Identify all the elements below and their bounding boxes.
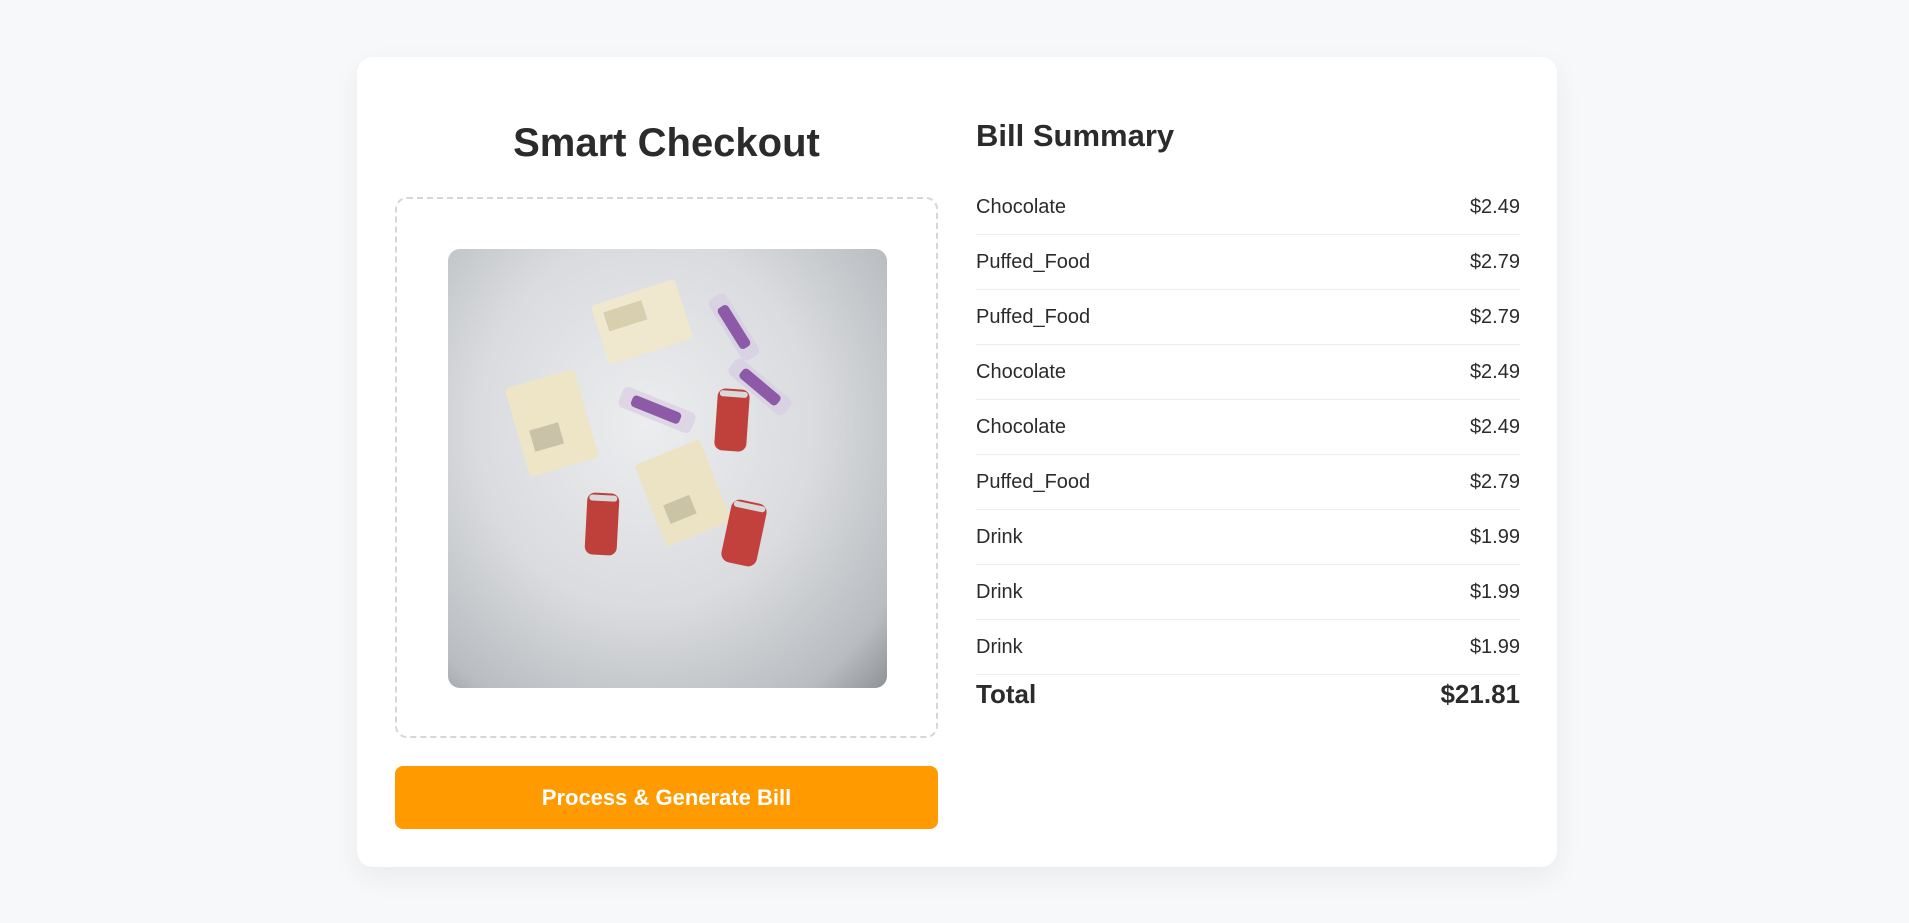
upload-panel: Smart Checkout Process & Generate Bill [395,57,938,867]
bill-item-name: Puffed_Food [976,305,1091,328]
puffed-food-package [591,279,693,365]
image-dropzone[interactable] [395,197,938,738]
bill-item-name: Puffed_Food [976,250,1091,273]
bill-item-price: $2.79 [1469,250,1520,273]
drink-can [714,388,750,452]
bill-item-name: Puffed_Food [976,470,1091,493]
bill-item-price: $2.49 [1469,415,1520,438]
bill-item-price: $1.99 [1469,580,1520,603]
bill-items-list: Chocolate $2.49 Puffed_Food $2.79 Puffed… [976,181,1520,675]
bill-item-name: Chocolate [976,360,1067,383]
bill-item-row: Chocolate $2.49 [976,400,1520,455]
bill-item-name: Chocolate [976,415,1067,438]
bill-summary-title: Bill Summary [976,118,1175,153]
drink-can [721,499,767,567]
bill-item-row: Chocolate $2.49 [976,181,1520,235]
chocolate-bar [618,387,696,433]
checkout-card: Smart Checkout Process & Generate Bill B… [357,57,1557,867]
bill-item-row: Puffed_Food $2.79 [976,455,1520,510]
uploaded-product-photo [448,249,887,688]
total-value: $21.81 [1440,679,1520,709]
bill-item-name: Drink [976,525,1023,548]
bill-item-row: Puffed_Food $2.79 [976,235,1520,290]
bill-item-row: Drink $1.99 [976,565,1520,620]
bill-item-row: Puffed_Food $2.79 [976,290,1520,345]
bill-item-price: $2.49 [1469,360,1520,383]
total-label: Total [976,679,1037,709]
bill-item-row: Drink $1.99 [976,620,1520,675]
bill-item-row: Drink $1.99 [976,510,1520,565]
bill-item-price: $2.79 [1469,470,1520,493]
drink-can [584,492,620,556]
bill-item-row: Chocolate $2.49 [976,345,1520,400]
bill-item-price: $1.99 [1469,525,1520,548]
chocolate-bar [708,293,760,361]
bill-item-name: Drink [976,635,1023,658]
bill-item-price: $1.99 [1469,635,1520,658]
bill-item-price: $2.79 [1469,305,1520,328]
product-photo-illustration [505,279,792,567]
bill-item-name: Chocolate [976,196,1067,218]
bill-item-name: Drink [976,580,1023,603]
puffed-food-package [505,369,599,477]
process-generate-bill-button[interactable]: Process & Generate Bill [395,766,938,829]
puffed-food-package [635,440,731,546]
bill-total-row: Total $21.81 [976,679,1520,710]
bill-item-price: $2.49 [1469,196,1520,218]
page-title: Smart Checkout [513,121,820,165]
